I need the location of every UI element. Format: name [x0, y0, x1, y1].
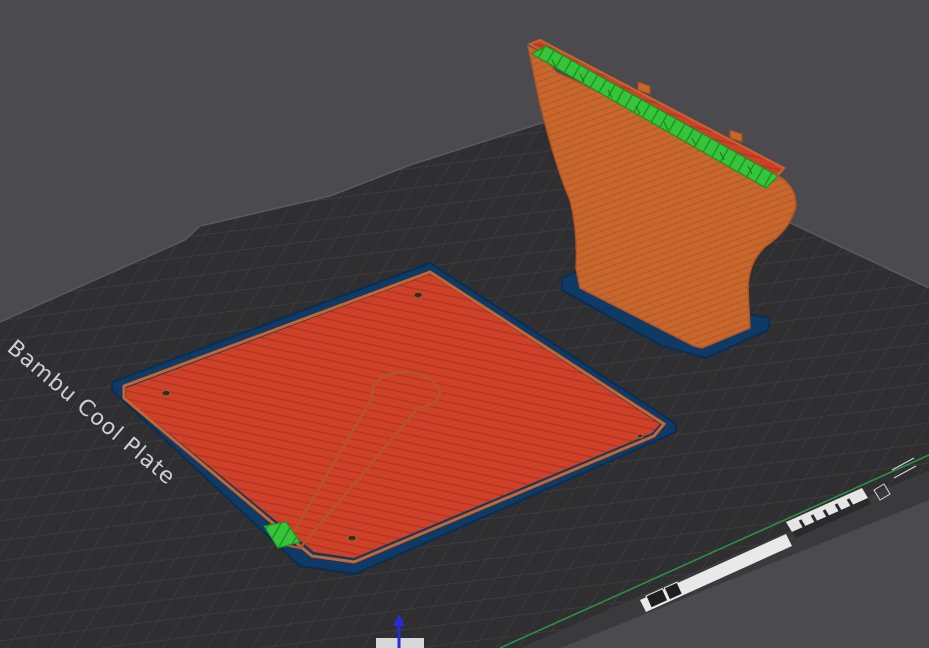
scene-canvas[interactable]: PLA Bambu Cool Plate [0, 0, 929, 648]
3d-viewport[interactable]: PLA Bambu Cool Plate [0, 0, 929, 648]
